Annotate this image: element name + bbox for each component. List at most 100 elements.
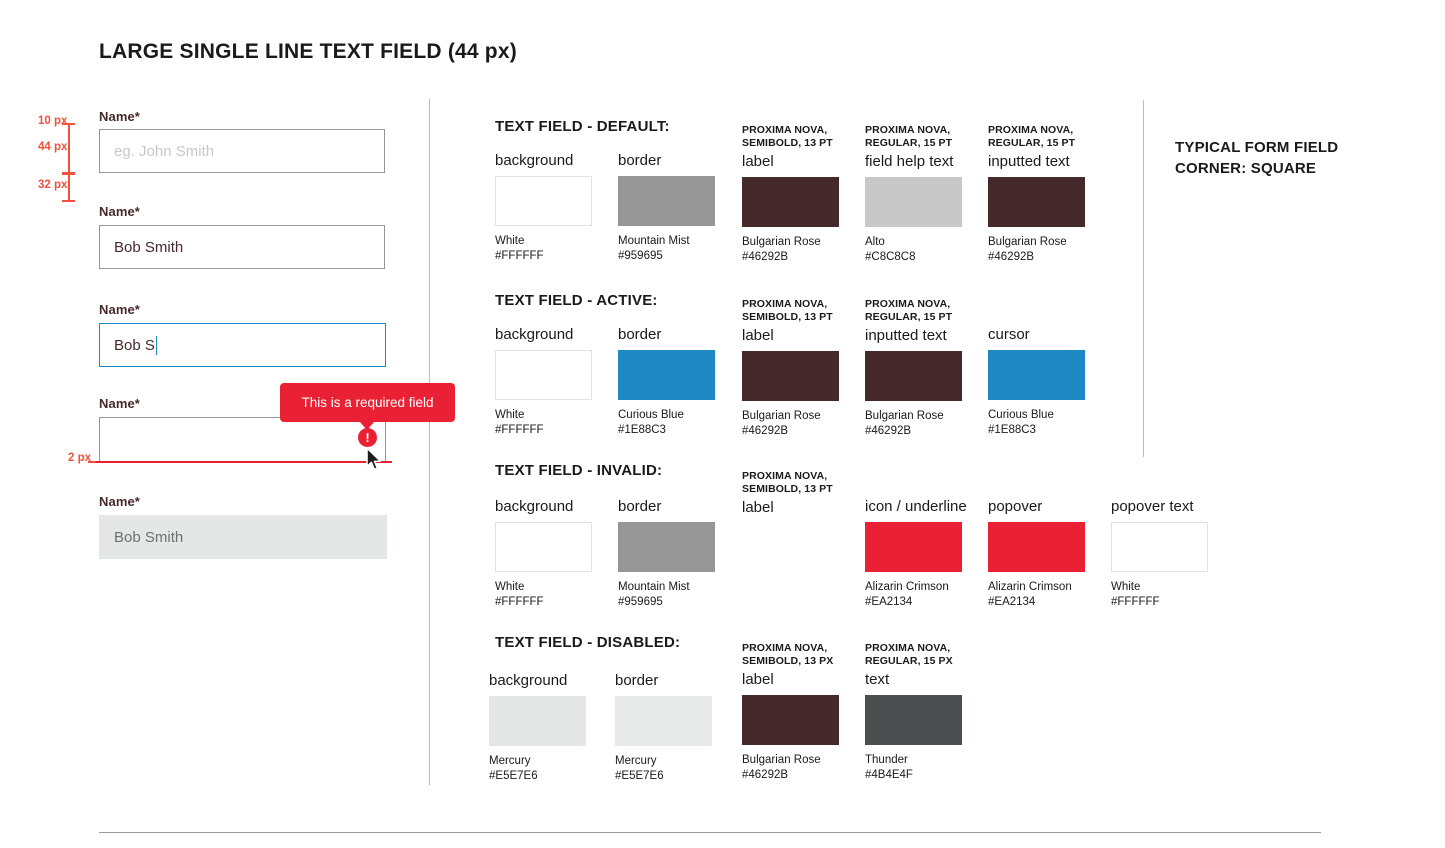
swatch-chip — [988, 522, 1085, 572]
swatch-hex: #1E88C3 — [988, 423, 1036, 436]
swatch-color-name: Bulgarian Rose — [742, 409, 821, 422]
measurement-tick-bottom — [62, 200, 75, 202]
text-field-filled[interactable]: Bob Smith — [99, 225, 385, 269]
swatch-role: text — [865, 670, 890, 688]
swatch-meta: Curious Blue #1E88C3 — [988, 408, 1138, 438]
section-title-invalid: TEXT FIELD - INVALID: — [495, 462, 663, 479]
swatch-spec-note: PROXIMA NOVA, REGULAR, 15 PX — [865, 642, 953, 668]
swatch-chip — [489, 696, 586, 746]
error-popover: This is a required field — [280, 383, 455, 422]
swatch-hex: #46292B — [742, 768, 789, 781]
swatch-hex: #959695 — [618, 249, 663, 262]
swatch-color-name: Thunder — [865, 753, 908, 766]
swatch-chip — [495, 350, 592, 400]
vertical-divider-right — [1143, 100, 1144, 457]
swatch-spec-note: PROXIMA NOVA, REGULAR, 15 PT — [865, 298, 953, 324]
horizontal-divider-bottom — [99, 832, 1321, 833]
swatch-chip — [865, 694, 962, 745]
swatch-col-disabled-text: PROXIMA NOVA, REGULAR, 15 PX text Thunde… — [865, 642, 1015, 783]
swatch-chip — [618, 350, 715, 400]
measurement-tick-top — [62, 123, 75, 125]
swatch-meta: Mountain Mist #959695 — [618, 580, 768, 610]
swatch-color-name: Bulgarian Rose — [742, 753, 821, 766]
field-label-filled: Name* — [99, 204, 140, 219]
swatch-hex: #FFFFFF — [495, 249, 544, 262]
text-cursor — [155, 335, 157, 355]
swatch-chip — [865, 176, 962, 227]
swatch-col-invalid-popover-text: popover text White #FFFFFF — [1111, 498, 1261, 610]
swatch-chip — [618, 522, 715, 572]
section-title-disabled: TEXT FIELD - DISABLED: — [495, 634, 681, 651]
swatch-color-name: Mountain Mist — [618, 581, 690, 593]
field-label-default: Name* — [99, 109, 140, 124]
swatch-chip — [615, 696, 712, 746]
text-field-default[interactable]: eg. John Smith — [99, 129, 385, 173]
swatch-spec-note: PROXIMA NOVA, SEMIBOLD, 13 PT — [742, 470, 833, 496]
swatch-hex: #FFFFFF — [495, 595, 544, 608]
section-title-active: TEXT FIELD - ACTIVE: — [495, 292, 658, 309]
swatch-color-name: Bulgarian Rose — [988, 235, 1067, 248]
text-field-active-value: Bob S — [114, 336, 155, 354]
page-title: LARGE SINGLE LINE TEXT FIELD (44 px) — [99, 40, 517, 63]
field-label-active: Name* — [99, 302, 140, 317]
swatch-color-name: Curious Blue — [988, 409, 1054, 421]
swatch-color-name: Alizarin Crimson — [988, 581, 1072, 593]
text-field-invalid[interactable] — [99, 417, 386, 461]
swatch-chip — [988, 350, 1085, 400]
swatch-color-name: Mountain Mist — [618, 235, 690, 247]
swatch-hex: #1E88C3 — [618, 423, 666, 436]
swatch-meta: Thunder #4B4E4F — [865, 753, 1015, 783]
swatch-hex: #46292B — [742, 250, 789, 263]
swatch-chip — [988, 176, 1085, 227]
swatch-chip — [618, 176, 715, 226]
vertical-divider-main — [429, 99, 430, 785]
swatch-color-name: White — [495, 235, 525, 247]
swatch-meta: White #FFFFFF — [1111, 580, 1261, 610]
text-field-disabled: Bob Smith — [99, 515, 387, 559]
swatch-hex: #E5E7E6 — [489, 769, 538, 782]
swatch-hex: #EA2134 — [865, 595, 913, 608]
section-title-default: TEXT FIELD - DEFAULT: — [495, 118, 670, 135]
measurement-label-top: 10 px — [38, 115, 68, 127]
corner-style-note: TYPICAL FORM FIELD CORNER: SQUARE — [1175, 139, 1339, 177]
swatch-hex: #46292B — [742, 424, 789, 437]
swatch-color-name: White — [495, 409, 525, 421]
measurement-label-bottom: 32 px — [38, 179, 68, 191]
invalid-underline — [96, 461, 392, 463]
swatch-meta: Bulgarian Rose #46292B — [988, 235, 1138, 265]
swatch-color-name: White — [495, 581, 525, 593]
swatch-color-name: Mercury — [615, 755, 657, 767]
swatch-hex: #C8C8C8 — [865, 250, 916, 263]
swatch-role: popover text — [1111, 498, 1194, 515]
swatch-hex: #959695 — [618, 595, 663, 608]
swatch-color-name: Bulgarian Rose — [742, 235, 821, 248]
measurement-tick-mid — [62, 172, 75, 175]
swatch-col-active-cursor: cursor Curious Blue #1E88C3 — [988, 326, 1138, 438]
swatch-col-default-inputted-text: PROXIMA NOVA, REGULAR, 15 PT inputted te… — [988, 124, 1138, 265]
swatch-color-name: Mercury — [489, 755, 531, 767]
measurement-label-height: 44 px — [38, 141, 68, 153]
field-label-invalid: Name* — [99, 396, 140, 411]
swatch-hex: #4B4E4F — [865, 768, 913, 781]
swatch-hex: #FFFFFF — [495, 423, 544, 436]
design-spec-page: LARGE SINGLE LINE TEXT FIELD (44 px) 10 … — [0, 0, 1445, 848]
measurement-rule — [68, 124, 70, 202]
swatch-color-name: Alto — [865, 235, 885, 248]
mouse-cursor-icon — [366, 447, 382, 471]
text-field-active[interactable]: Bob S — [99, 323, 386, 367]
swatch-color-name: Alizarin Crimson — [865, 581, 949, 593]
swatch-chip — [742, 350, 839, 401]
swatch-chip — [865, 522, 962, 572]
swatch-spec-note: PROXIMA NOVA, REGULAR, 15 PT — [988, 124, 1076, 150]
swatch-hex: #E5E7E6 — [615, 769, 664, 782]
swatch-chip — [495, 176, 592, 226]
swatch-color-name: Curious Blue — [618, 409, 684, 421]
swatch-hex: #FFFFFF — [1111, 595, 1160, 608]
swatch-chip — [742, 176, 839, 227]
swatch-chip — [865, 350, 962, 401]
error-icon[interactable]: ! — [358, 428, 377, 447]
swatch-hex: #EA2134 — [988, 595, 1036, 608]
swatch-color-name: Bulgarian Rose — [865, 409, 944, 422]
swatch-role: cursor — [988, 326, 1030, 343]
swatch-hex: #46292B — [865, 424, 912, 437]
